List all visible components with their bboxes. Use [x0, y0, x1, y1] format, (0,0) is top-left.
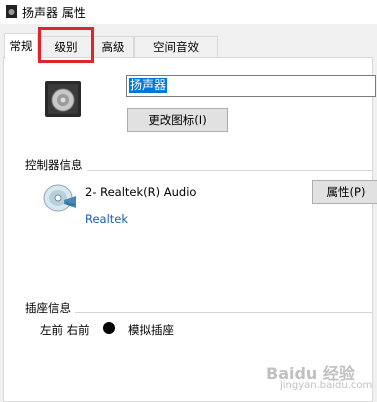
speaker-icon [6, 5, 17, 18]
controller-group-title: 控制器信息 [25, 157, 87, 173]
watermark-url: jingyan.baidu.com [280, 380, 373, 391]
change-icon-button[interactable]: 更改图标(I) [127, 108, 228, 132]
title-bar: 扬声器 属性 [0, 0, 377, 24]
jack-color-dot [103, 322, 115, 334]
device-name-field[interactable]: 扬声器 [126, 75, 376, 97]
jack-type: 模拟插座 [128, 323, 174, 337]
controller-vendor: Realtek [85, 212, 129, 226]
speaker-device-icon [45, 81, 81, 117]
controller-name: 2- Realtek(R) Audio [85, 185, 197, 199]
jack-group-divider [25, 312, 373, 313]
sound-card-icon [43, 184, 76, 212]
window-title: 扬声器 属性 [22, 6, 86, 20]
tab-spatial-sound[interactable]: 空间音效 [134, 36, 218, 57]
tab-highlight-box [38, 27, 94, 63]
jack-position: 左前 右前 [40, 323, 90, 337]
tab-general[interactable]: 常规 [4, 33, 38, 59]
device-name-value: 扬声器 [129, 78, 168, 93]
jack-group-title: 插座信息 [25, 300, 75, 316]
properties-button[interactable]: 属性(P) [312, 180, 377, 204]
tab-advanced[interactable]: 高级 [92, 36, 134, 57]
